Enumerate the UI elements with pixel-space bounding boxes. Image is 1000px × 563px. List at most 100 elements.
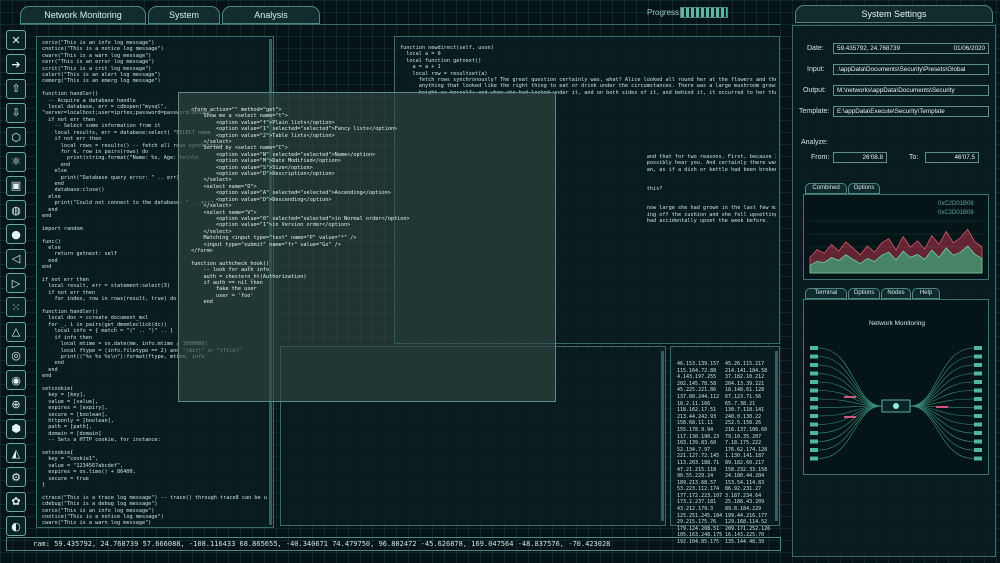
network-hub-core: [893, 403, 899, 409]
coordinate-value: 115.164.72.88: [677, 367, 717, 374]
network-node: [810, 448, 818, 452]
input-label: Input:: [807, 66, 825, 73]
network-node: [810, 354, 818, 359]
scrollbar-lower[interactable]: [661, 351, 664, 521]
coordinate-value: 103.139.83.60: [677, 440, 717, 447]
arrow-down-circle-icon[interactable]: ⇩: [6, 102, 26, 123]
globe-grid-icon[interactable]: ⊕: [6, 394, 26, 415]
coordinate-value: 7.18.175.222: [725, 440, 762, 447]
network-link: [909, 364, 975, 407]
network-node: [974, 405, 982, 410]
target-icon[interactable]: ◎: [6, 345, 26, 366]
settings-title: System Settings: [795, 5, 993, 23]
coordinate-value: 18.148.61.128: [725, 387, 765, 394]
apple-icon[interactable]: ◐: [6, 516, 26, 536]
coordinate-value: 45.26.115.217: [725, 361, 765, 367]
date-field[interactable]: 59.435792, 24.768739 01/06/2020: [833, 43, 989, 54]
coordinate-value: 252.5.158.26: [725, 420, 762, 427]
coordinate-value: 117.130.190.23: [677, 433, 720, 440]
network-node: [810, 422, 818, 427]
fingerprint-icon[interactable]: ◉: [6, 370, 26, 391]
triangle-up-icon[interactable]: △: [6, 321, 26, 342]
coordinate-value: 221.127.72.145: [677, 453, 720, 460]
template-field[interactable]: E:\appData\Execute\Security\Template: [833, 106, 989, 117]
tab-graph-options[interactable]: Options: [848, 183, 880, 194]
tab-system[interactable]: System: [148, 6, 220, 24]
globe-icon[interactable]: ◍: [6, 200, 26, 221]
tab-help[interactable]: Help: [912, 288, 940, 299]
input-field[interactable]: .\appData\Documents\Security\Presets\Glo…: [833, 64, 989, 75]
hexagon-outline-icon[interactable]: ⬢: [6, 418, 26, 439]
network-node: [810, 363, 818, 367]
coordinate-value: 24.180.44.204: [725, 473, 765, 480]
coordinate-value: 189.213.68.57: [677, 479, 717, 486]
network-node: [810, 431, 818, 435]
network-node: [810, 456, 818, 461]
coordinate-value: 179.124.208.51: [677, 525, 720, 532]
coordinate-value: 18.2.11.166: [677, 400, 711, 407]
network-node: [974, 439, 982, 444]
network-link: [817, 405, 883, 451]
coordinate-value: 113.203.188.71: [677, 459, 720, 466]
coordinate-value: 52.134.7.97: [677, 446, 711, 453]
coordinate-value: 177.172.223.107: [677, 492, 723, 499]
coordinate-value: 137.80.244.112: [677, 393, 720, 400]
dots-grid-icon[interactable]: ⁙: [6, 297, 26, 318]
network-link: [817, 405, 883, 434]
coordinate-value: 47.21.215.118: [677, 466, 717, 473]
tab-combined[interactable]: Combined: [805, 183, 847, 194]
output-field[interactable]: M:\networks\appData\Documents\Security: [833, 85, 989, 96]
network-link: [817, 381, 883, 407]
network-node: [974, 414, 982, 418]
mountain-icon[interactable]: ◭: [6, 443, 26, 464]
coordinate-value: 209.171.252.126: [725, 525, 771, 532]
network-alert-marker: [936, 406, 948, 408]
network-node: [810, 346, 818, 350]
tab-terminal-options[interactable]: Options: [848, 288, 880, 299]
network-node: [974, 363, 982, 367]
network-node: [974, 448, 982, 452]
coordinate-value: 204.13.39.221: [725, 380, 765, 387]
coordinate-value: 65.7.38.21: [725, 400, 756, 407]
network-node: [810, 397, 818, 401]
coordinate-value: 153.54.114.83: [725, 479, 765, 486]
coordinate-value: 202.145.78.58: [677, 380, 717, 387]
gear-icon[interactable]: ⚙: [6, 467, 26, 488]
coordinate-value: 1.130.141.187: [725, 453, 765, 460]
network-link: [909, 373, 975, 407]
network-node: [974, 397, 982, 401]
tab-network-monitoring[interactable]: Network Monitoring: [20, 6, 146, 24]
network-node: [810, 414, 818, 418]
flower-icon[interactable]: ✿: [6, 491, 26, 512]
close-box-icon[interactable]: ✕: [6, 30, 26, 50]
tab-terminal[interactable]: Terminal: [805, 288, 847, 299]
tab-analysis[interactable]: Analysis: [222, 6, 320, 24]
tab-nodes[interactable]: Nodes: [881, 288, 911, 299]
coordinate-value: 89.8.184.229: [725, 506, 762, 513]
network-node: [974, 371, 982, 376]
cube-icon[interactable]: ▣: [6, 175, 26, 196]
triangle-right-icon[interactable]: ▷: [6, 273, 26, 293]
arrow-up-circle-icon[interactable]: ⇧: [6, 78, 26, 99]
network-diagram: [810, 346, 982, 461]
triangle-left-icon[interactable]: ◁: [6, 248, 26, 269]
coordinates-column-1: 46.153.139.157 115.164.72.88 4.143.197.255…: [677, 361, 722, 546]
coordinate-value: 89.182.60.217: [725, 459, 765, 466]
coordinate-value: 79.10.35.207: [725, 433, 762, 440]
scrollbar-coordinates[interactable]: [775, 351, 778, 521]
network-node: [974, 354, 982, 359]
molecule-icon[interactable]: ⚛: [6, 151, 26, 172]
from-field[interactable]: 26'08.8: [833, 152, 887, 163]
to-field[interactable]: 46'07.5: [925, 152, 979, 163]
area-chart: [809, 220, 983, 274]
graph-box: 0xC2D01B08 0xC2D01B08: [803, 194, 989, 280]
coordinate-value: 158.232.33.158: [725, 466, 768, 473]
coordinate-value: 173.2.237.181: [677, 499, 717, 506]
sphere-icon[interactable]: ●: [6, 224, 26, 245]
status-bar: ram: 59.435792, 24.768739 57.666088, -10…: [6, 537, 781, 551]
arrow-right-circle-icon[interactable]: ➔: [6, 54, 26, 75]
coordinate-value: 213.44.242.93: [677, 413, 717, 420]
hexagon-icon[interactable]: ⬡: [6, 127, 26, 148]
settings-panel: Date: 59.435792, 24.768739 01/06/2020 In…: [792, 25, 996, 557]
network-node: [974, 388, 982, 393]
